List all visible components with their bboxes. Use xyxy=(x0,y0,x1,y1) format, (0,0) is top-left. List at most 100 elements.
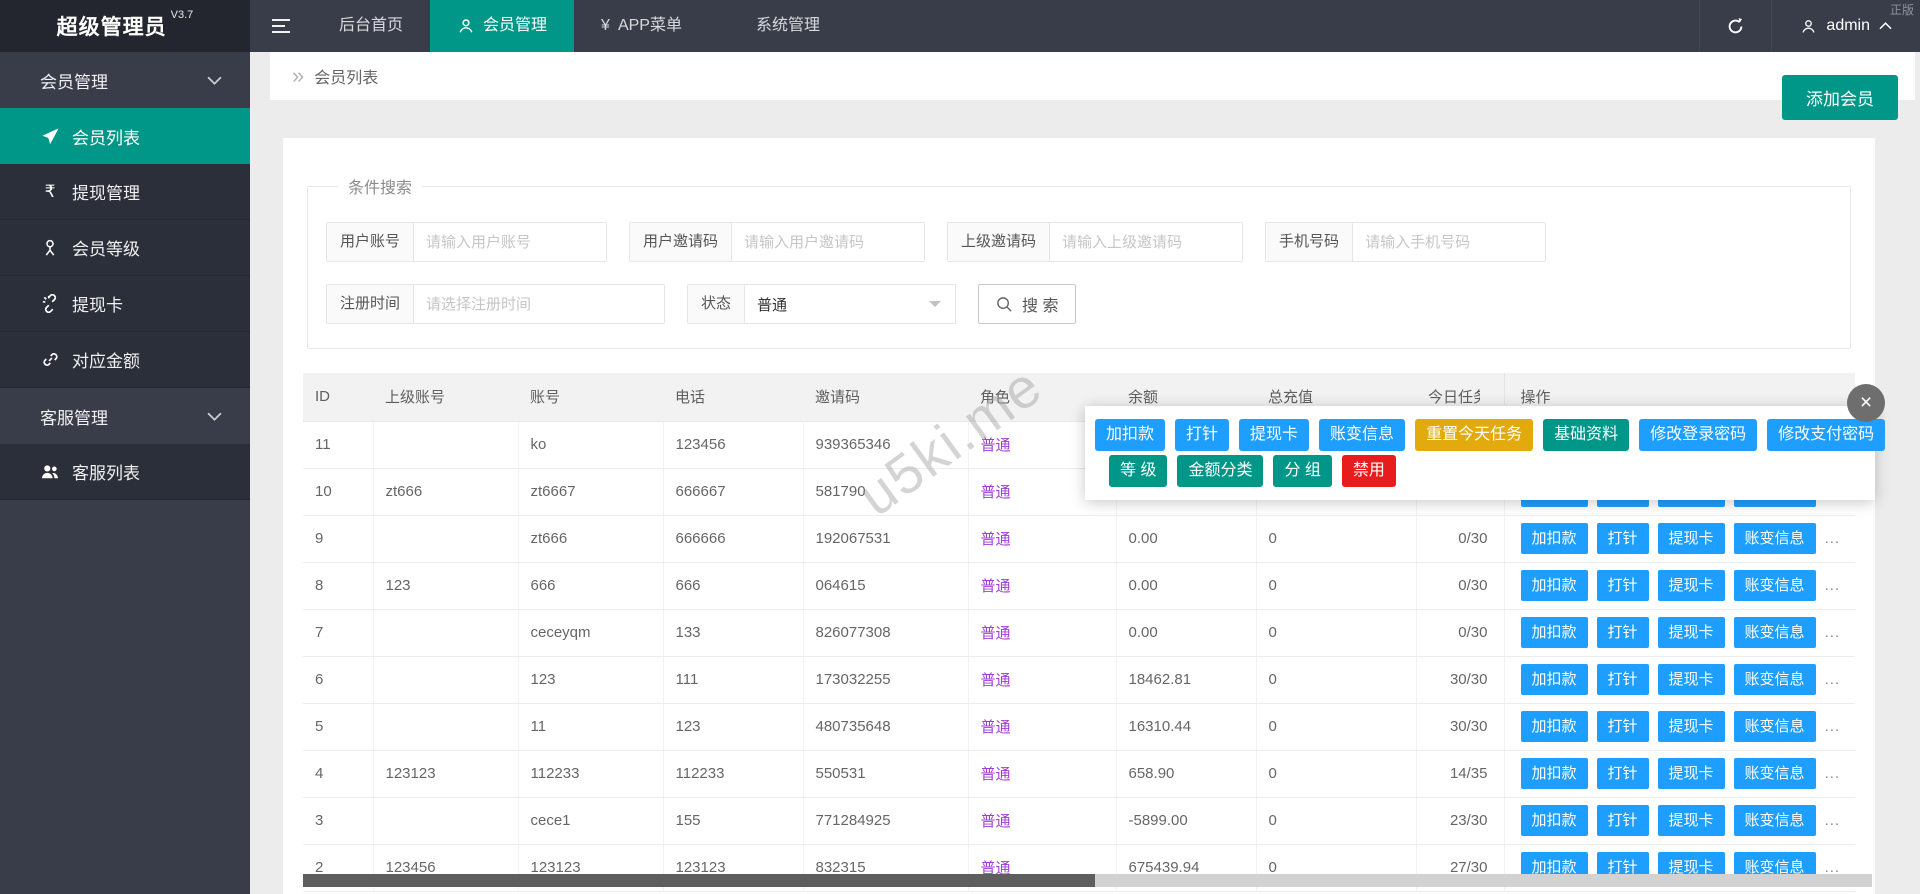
row-action-button[interactable]: 打针 xyxy=(1597,805,1649,836)
popup-action-button[interactable]: 修改支付密码 xyxy=(1767,419,1885,451)
row-action-button[interactable]: 加扣款 xyxy=(1521,805,1588,836)
row-action-button[interactable]: 账变信息 xyxy=(1734,758,1816,789)
cell-today-task: 30/30 xyxy=(1416,703,1504,750)
row-action-button[interactable]: 账变信息 xyxy=(1734,711,1816,742)
hamburger-icon[interactable] xyxy=(250,0,312,52)
nav-item-members[interactable]: 会员管理 xyxy=(430,0,574,52)
register-time-input[interactable] xyxy=(414,285,664,323)
cell-parent-account xyxy=(373,703,518,750)
row-action-button[interactable]: 加扣款 xyxy=(1521,523,1588,554)
row-action-button[interactable]: 提现卡 xyxy=(1658,523,1725,554)
sidebar-item-amount-map[interactable]: 对应金额 xyxy=(0,332,250,388)
scrollbar-thumb[interactable] xyxy=(303,874,1095,887)
sidebar-group-support[interactable]: 客服管理 xyxy=(0,388,250,444)
row-action-button[interactable]: 账变信息 xyxy=(1734,570,1816,601)
search-panel: 条件搜索 用户账号 用户邀请码 上级邀请码 手机号码 xyxy=(307,174,1851,349)
chevron-down-icon xyxy=(207,76,222,85)
row-action-button[interactable]: 打针 xyxy=(1597,523,1649,554)
parent-invite-input[interactable] xyxy=(1050,223,1242,261)
user-invite-input[interactable] xyxy=(732,223,924,261)
row-action-button[interactable]: 打针 xyxy=(1597,617,1649,648)
nav-item-home[interactable]: 后台首页 xyxy=(312,0,430,52)
sidebar-item-member-level[interactable]: 会员等级 xyxy=(0,220,250,276)
role-link[interactable]: 普通 xyxy=(981,672,1011,689)
row-action-button[interactable]: 打针 xyxy=(1597,758,1649,789)
popup-action-button[interactable]: 打针 xyxy=(1175,419,1229,451)
role-link[interactable]: 普通 xyxy=(981,578,1011,595)
field-user-invite: 用户邀请码 xyxy=(629,222,925,262)
row-action-button[interactable]: 提现卡 xyxy=(1658,711,1725,742)
popup-action-button[interactable]: 基础资料 xyxy=(1543,419,1629,451)
field-register-time: 注册时间 xyxy=(326,284,665,324)
popup-action-button[interactable]: 重置今天任务 xyxy=(1415,419,1533,451)
phone-input[interactable] xyxy=(1353,223,1545,261)
search-button[interactable]: 搜 索 xyxy=(978,284,1076,324)
add-member-button[interactable]: 添加会员 xyxy=(1782,75,1898,120)
search-button-label: 搜 索 xyxy=(1022,292,1058,316)
row-action-button[interactable]: 打针 xyxy=(1597,711,1649,742)
cell-account: zt6667 xyxy=(518,468,663,515)
popup-action-button[interactable]: 修改登录密码 xyxy=(1639,419,1757,451)
role-link[interactable]: 普通 xyxy=(981,625,1011,642)
row-action-button[interactable]: 账变信息 xyxy=(1734,617,1816,648)
row-action-button[interactable]: 加扣款 xyxy=(1521,664,1588,695)
sidebar-group-members[interactable]: 会员管理 xyxy=(0,52,250,108)
row-action-button[interactable]: 提现卡 xyxy=(1658,570,1725,601)
sidebar-item-member-list[interactable]: 会员列表 xyxy=(0,108,250,164)
double-chevron-icon: » xyxy=(292,65,304,87)
more-actions[interactable]: ... xyxy=(1825,765,1841,782)
popup-action-button[interactable]: 账变信息 xyxy=(1319,419,1405,451)
cell-account: 666 xyxy=(518,562,663,609)
more-actions[interactable]: ... xyxy=(1825,718,1841,735)
row-action-button[interactable]: 加扣款 xyxy=(1521,758,1588,789)
more-actions[interactable]: ... xyxy=(1825,577,1841,594)
row-action-button[interactable]: 加扣款 xyxy=(1521,617,1588,648)
popup-action-button[interactable]: 禁用 xyxy=(1342,455,1396,487)
row-action-button[interactable]: 账变信息 xyxy=(1734,523,1816,554)
more-actions[interactable]: ... xyxy=(1825,812,1841,829)
sidebar-item-support-list[interactable]: 客服列表 xyxy=(0,444,250,500)
popup-action-button[interactable]: 提现卡 xyxy=(1239,419,1309,451)
popup-action-button[interactable]: 等 级 xyxy=(1109,455,1167,487)
sidebar-item-withdraw-card[interactable]: 提现卡 xyxy=(0,276,250,332)
role-link[interactable]: 普通 xyxy=(981,766,1011,783)
row-action-button[interactable]: 提现卡 xyxy=(1658,664,1725,695)
nav-item-app-menu[interactable]: ¥ APP菜单 xyxy=(574,0,709,52)
popup-action-button[interactable]: 加扣款 xyxy=(1095,419,1165,451)
refresh-button[interactable] xyxy=(1699,0,1771,52)
nav-item-system[interactable]: 系统管理 xyxy=(729,0,847,52)
user-account-input[interactable] xyxy=(414,223,606,261)
role-link[interactable]: 普通 xyxy=(981,484,1011,501)
popup-action-button[interactable]: 分 组 xyxy=(1273,455,1331,487)
sidebar-item-withdraw-mgmt[interactable]: ₹ 提现管理 xyxy=(0,164,250,220)
cell-invite-code: 550531 xyxy=(803,750,968,797)
role-link[interactable]: 普通 xyxy=(981,437,1011,454)
row-action-button[interactable]: 提现卡 xyxy=(1658,617,1725,648)
row-action-button[interactable]: 加扣款 xyxy=(1521,711,1588,742)
row-action-button[interactable]: 账变信息 xyxy=(1734,664,1816,695)
role-link[interactable]: 普通 xyxy=(981,719,1011,736)
more-actions[interactable]: ... xyxy=(1825,624,1841,641)
cell-role: 普通 xyxy=(968,797,1116,844)
role-link[interactable]: 普通 xyxy=(981,531,1011,548)
row-action-button[interactable]: 打针 xyxy=(1597,570,1649,601)
close-icon[interactable]: × xyxy=(1847,384,1885,422)
row-action-button[interactable]: 账变信息 xyxy=(1734,805,1816,836)
person-icon xyxy=(38,238,62,257)
cell-invite-code: 192067531 xyxy=(803,515,968,562)
row-action-button[interactable]: 提现卡 xyxy=(1658,805,1725,836)
cell-today-task: 23/30 xyxy=(1416,797,1504,844)
more-actions[interactable]: ... xyxy=(1825,671,1841,688)
status-select[interactable]: 普通 xyxy=(745,285,955,323)
row-action-button[interactable]: 提现卡 xyxy=(1658,758,1725,789)
more-actions[interactable]: ... xyxy=(1825,530,1841,547)
row-action-button[interactable]: 加扣款 xyxy=(1521,570,1588,601)
table-row: 6123111173032255普通18462.81030/30加扣款打针提现卡… xyxy=(303,656,1855,703)
popup-action-button[interactable]: 金额分类 xyxy=(1177,455,1263,487)
row-action-button[interactable]: 打针 xyxy=(1597,664,1649,695)
horizontal-scrollbar[interactable] xyxy=(303,874,1872,887)
cell-recharge: 0 xyxy=(1256,703,1416,750)
cell-actions: 加扣款打针提现卡账变信息... xyxy=(1504,750,1855,797)
chevron-up-icon xyxy=(1879,22,1892,30)
role-link[interactable]: 普通 xyxy=(981,813,1011,830)
